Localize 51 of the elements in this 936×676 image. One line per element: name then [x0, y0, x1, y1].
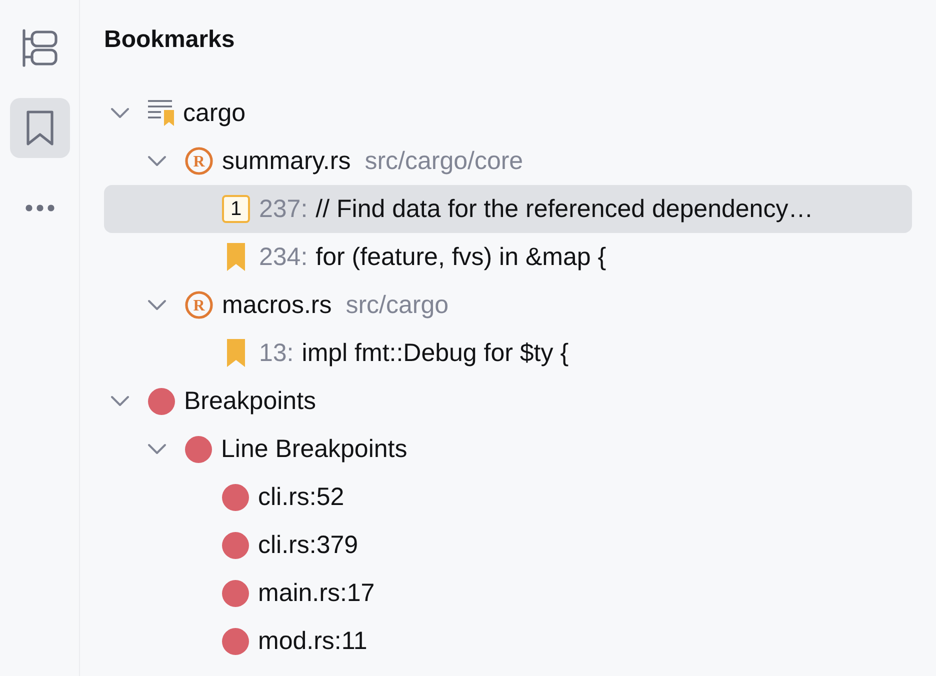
group-label: Line Breakpoints	[221, 436, 408, 462]
bookmark-icon	[227, 243, 245, 271]
tool-window-button[interactable]	[10, 98, 70, 158]
chevron-down-icon[interactable]	[110, 395, 130, 407]
tree-row[interactable]: 13: impl fmt::Debug for $ty {	[104, 329, 912, 377]
tree-row[interactable]: mod.rs:11	[104, 617, 912, 665]
breakpoint-icon	[185, 436, 212, 462]
bookmark-text: impl fmt::Debug for $ty {	[302, 340, 569, 366]
bookmark-list-name: cargo	[183, 100, 246, 126]
bookmark-list-icon	[148, 99, 174, 127]
breakpoint-icon	[222, 628, 249, 654]
breakpoint-icon	[222, 532, 249, 558]
tree-row[interactable]: R macros.rs src/cargo	[104, 281, 912, 329]
tree-row[interactable]: R summary.rs src/cargo/core	[104, 137, 912, 185]
bookmark-text: for (feature, fvs) in &map {	[316, 244, 606, 270]
file-name: macros.rs	[222, 292, 332, 318]
breakpoint-icon	[222, 484, 249, 510]
breakpoint-label: mod.rs:11	[258, 628, 368, 654]
breakpoint-label: cli.rs:379	[258, 532, 358, 558]
chevron-down-icon[interactable]	[110, 107, 130, 119]
breakpoint-icon	[148, 388, 175, 414]
more-icon	[24, 204, 54, 212]
group-label: Breakpoints	[184, 388, 316, 414]
line-number: 13:	[259, 340, 294, 366]
chevron-down-icon[interactable]	[147, 299, 167, 311]
file-path: src/cargo/core	[364, 148, 524, 174]
line-number: 234:	[259, 244, 308, 270]
line-number: 237:	[259, 196, 308, 222]
structure-icon	[22, 29, 58, 67]
panel-title: Bookmarks	[104, 28, 235, 52]
bookmark-icon	[26, 110, 54, 146]
bookmark-text: // Find data for the referenced dependency…	[316, 196, 814, 222]
tree-row[interactable]: cli.rs:52	[104, 473, 912, 521]
file-path: src/cargo	[346, 292, 449, 318]
file-type-icon: R	[185, 291, 213, 319]
file-name: summary.rs	[222, 148, 351, 174]
breakpoint-label: cli.rs:52	[258, 484, 344, 510]
chevron-down-icon[interactable]	[147, 443, 167, 455]
chevron-down-icon[interactable]	[147, 155, 167, 167]
tree-row[interactable]: Breakpoints	[104, 377, 912, 425]
file-type-icon: R	[185, 147, 213, 175]
bookmark-icon	[227, 339, 245, 367]
tree-row[interactable]: cargo	[104, 89, 912, 137]
breakpoint-label: main.rs:17	[258, 580, 375, 606]
tree-row[interactable]: 234: for (feature, fvs) in &map {	[104, 233, 912, 281]
tree-row[interactable]: cli.rs:379	[104, 521, 912, 569]
tree-row[interactable]: 1 237: // Find data for the referenced dependency…	[104, 185, 912, 233]
tree-row[interactable]: main.rs:17	[104, 569, 912, 617]
bookmark-mnemonic: 1	[222, 195, 250, 223]
breakpoint-icon	[222, 580, 249, 606]
tree-row[interactable]: Line Breakpoints	[104, 425, 912, 473]
